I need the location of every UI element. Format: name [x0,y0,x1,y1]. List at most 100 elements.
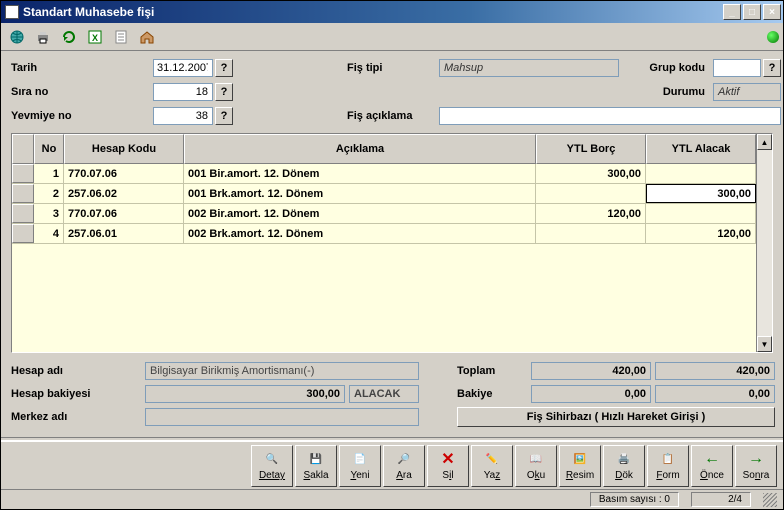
titlebar: Standart Muhasebe fişi _ □ × [1,1,783,23]
yevmiye-lookup-button[interactable]: ? [215,107,233,125]
doc-button[interactable] [109,25,132,48]
app-icon [5,5,19,19]
refresh-button[interactable] [57,25,80,48]
table-row[interactable]: 1770.07.06001 Bir.amort. 12. Dönem300,00 [12,164,756,184]
cell-no[interactable]: 4 [34,224,64,243]
yaz-button[interactable]: ✏️Yaz [471,445,513,487]
grid-header-hesap[interactable]: Hesap Kodu [64,134,184,164]
resim-button[interactable]: 🖼️Resim [559,445,601,487]
fistipi-label: Fiş tipi [347,62,437,74]
form-header: Tarih ? Fiş tipi Mahsup Grup kodu ? Sıra… [1,51,783,129]
cell-alacak[interactable]: 300,00 [646,184,756,203]
status-indicator-icon [767,31,779,43]
scroll-up-icon[interactable]: ▲ [757,134,772,150]
cell-no[interactable]: 3 [34,204,64,223]
status-page: 2/4 [691,492,751,507]
grid-scrollbar[interactable]: ▲ ▼ [756,134,772,352]
summary-form: Hesap adı Bilgisayar Birikmiş Amortisman… [1,357,783,431]
table-row[interactable]: 4257.06.01002 Brk.amort. 12. Dönem 120,00 [12,224,756,244]
tarih-input[interactable] [153,59,213,77]
cell-borc[interactable] [536,184,646,203]
sonra-button[interactable]: →Sonra [735,445,777,487]
oku-button[interactable]: 📖Oku [515,445,557,487]
toplam-borc: 420,00 [531,362,651,380]
grid-header-no[interactable]: No [34,134,64,164]
write-icon: ✏️ [483,450,501,468]
row-selector[interactable] [12,204,34,223]
sil-button[interactable]: ✕Sil [427,445,469,487]
row-selector[interactable] [12,164,34,183]
cell-borc[interactable]: 120,00 [536,204,646,223]
durumu-value: Aktif [713,83,781,101]
once-button[interactable]: ←Önce [691,445,733,487]
grid-header-aciklama[interactable]: Açıklama [184,134,536,164]
prev-icon: ← [703,450,721,468]
grupkodu-lookup-button[interactable]: ? [763,59,781,77]
print-icon: 🖨️ [615,450,633,468]
maximize-button[interactable]: □ [743,4,761,20]
cell-alacak[interactable] [646,204,756,223]
ara-button[interactable]: 🔎Ara [383,445,425,487]
scroll-down-icon[interactable]: ▼ [757,336,772,352]
form-button[interactable]: 📋Form [647,445,689,487]
cell-aciklama[interactable]: 001 Brk.amort. 12. Dönem [184,184,536,203]
cell-hesap[interactable]: 770.07.06 [64,164,184,183]
entries-grid: No Hesap Kodu Açıklama YTL Borç YTL Alac… [11,133,773,353]
toplam-alacak: 420,00 [655,362,775,380]
bottom-toolbar: 🔍Detay 💾Sakla 📄Yeni 🔎Ara ✕Sil ✏️Yaz 📖Oku… [1,441,783,489]
sakla-button[interactable]: 💾Sakla [295,445,337,487]
bakiye-label: Bakiye [457,388,527,400]
cell-hesap[interactable]: 257.06.01 [64,224,184,243]
cell-aciklama[interactable]: 002 Bir.amort. 12. Dönem [184,204,536,223]
cell-alacak[interactable]: 120,00 [646,224,756,243]
yevmiye-label: Yevmiye no [11,110,151,122]
grid-body: 1770.07.06001 Bir.amort. 12. Dönem300,00… [12,164,756,352]
toplam-label: Toplam [457,365,527,377]
tarih-lookup-button[interactable]: ? [215,59,233,77]
cell-hesap[interactable]: 257.06.02 [64,184,184,203]
durumu-label: Durumu [621,86,711,98]
sira-lookup-button[interactable]: ? [215,83,233,101]
grid-header-selector[interactable] [12,134,34,164]
cell-no[interactable]: 1 [34,164,64,183]
cell-no[interactable]: 2 [34,184,64,203]
cell-alacak[interactable] [646,164,756,183]
cell-aciklama[interactable]: 002 Brk.amort. 12. Dönem [184,224,536,243]
scroll-track[interactable] [757,150,772,336]
top-toolbar: X [1,23,783,51]
yeni-button[interactable]: 📄Yeni [339,445,381,487]
cell-hesap[interactable]: 770.07.06 [64,204,184,223]
fisaciklama-input[interactable] [439,107,781,125]
table-row[interactable]: 2257.06.02001 Brk.amort. 12. Dönem 300,00 [12,184,756,204]
sira-input[interactable] [153,83,213,101]
print-button[interactable] [31,25,54,48]
home-button[interactable] [135,25,158,48]
resize-grip-icon[interactable] [763,493,777,507]
grid-header: No Hesap Kodu Açıklama YTL Borç YTL Alac… [12,134,756,164]
row-selector[interactable] [12,224,34,243]
cell-borc[interactable] [536,224,646,243]
cell-aciklama[interactable]: 001 Bir.amort. 12. Dönem [184,164,536,183]
globe-button[interactable] [5,25,28,48]
image-icon: 🖼️ [571,450,589,468]
save-icon: 💾 [307,450,325,468]
hesap-bakiye-value: 300,00 [145,385,345,403]
grid-header-borc[interactable]: YTL Borç [536,134,646,164]
hesapadi-label: Hesap adı [11,365,141,377]
sira-label: Sıra no [11,86,151,98]
dok-button[interactable]: 🖨️Dök [603,445,645,487]
minimize-button[interactable]: _ [723,4,741,20]
table-row[interactable]: 3770.07.06002 Bir.amort. 12. Dönem120,00 [12,204,756,224]
grid-header-alacak[interactable]: YTL Alacak [646,134,756,164]
excel-button[interactable]: X [83,25,106,48]
close-button[interactable]: × [763,4,781,20]
yevmiye-input[interactable] [153,107,213,125]
detay-button[interactable]: 🔍Detay [251,445,293,487]
grupkodu-input[interactable] [713,59,761,77]
cell-borc[interactable]: 300,00 [536,164,646,183]
statusbar: Basım sayısı : 0 2/4 [1,489,783,509]
delete-icon: ✕ [439,450,457,468]
row-selector[interactable] [12,184,34,203]
wizard-button[interactable]: Fiş Sihirbazı ( Hızlı Hareket Girişi ) [457,407,775,427]
hesapadi-value: Bilgisayar Birikmiş Amortismanı(-) [145,362,419,380]
